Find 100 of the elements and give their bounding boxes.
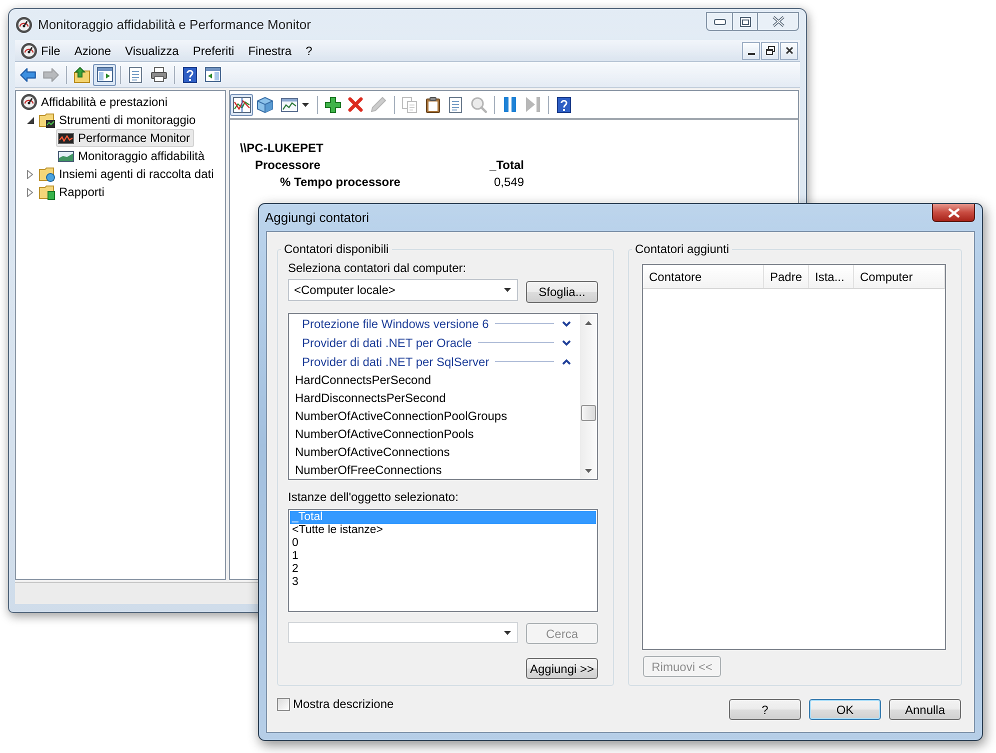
object-name: Processore bbox=[255, 156, 320, 174]
column-header[interactable]: Padre bbox=[764, 265, 809, 288]
checkbox[interactable] bbox=[277, 698, 290, 710]
window-left-pane-icon bbox=[96, 67, 112, 82]
arrow-right-icon bbox=[42, 68, 58, 82]
counter-item[interactable]: HardDisconnectsPerSecond bbox=[289, 389, 580, 407]
printer-icon bbox=[150, 67, 166, 82]
clipboard-icon bbox=[426, 96, 440, 112]
field-label: Istanze dell'oggetto selezionato: bbox=[288, 490, 458, 504]
menu-item[interactable]: ? bbox=[298, 40, 320, 60]
instance-name: _Total bbox=[490, 156, 524, 174]
graph-view-button[interactable] bbox=[230, 94, 253, 116]
counter-category[interactable]: Provider di dati .NET per SqlServer bbox=[289, 352, 580, 371]
caret-icon bbox=[504, 630, 511, 634]
restore-button[interactable] bbox=[761, 42, 779, 60]
document-icon bbox=[449, 96, 462, 112]
tree-item[interactable]: Rapporti bbox=[37, 183, 108, 201]
minimize-button[interactable] bbox=[742, 42, 760, 60]
tree-item[interactable]: Performance Monitor bbox=[56, 129, 194, 147]
close-button[interactable] bbox=[780, 42, 798, 60]
tree-item[interactable]: Monitoraggio affidabilità bbox=[56, 147, 209, 165]
instance-item[interactable]: 0 bbox=[290, 537, 596, 550]
help-icon bbox=[556, 96, 570, 112]
gauge-icon bbox=[21, 94, 37, 110]
folder-up-arrow-icon bbox=[74, 66, 90, 82]
checkbox-label[interactable]: Mostra descrizione bbox=[293, 695, 394, 713]
restore-icon bbox=[766, 46, 774, 55]
plus-icon bbox=[324, 96, 340, 112]
close-icon bbox=[786, 47, 792, 54]
menu-item[interactable]: Visualizza bbox=[118, 40, 186, 60]
dialog-title: Aggiungi contatori bbox=[265, 210, 370, 225]
minimize-icon bbox=[714, 18, 726, 24]
field-label: Seleziona contatori dal computer: bbox=[288, 261, 466, 275]
search-field[interactable] bbox=[288, 622, 518, 643]
chart-icon bbox=[58, 150, 74, 162]
menu-item[interactable]: File bbox=[34, 40, 68, 60]
instance-item[interactable]: 1 bbox=[290, 550, 596, 563]
counter-item[interactable]: NumberOfActiveConnections bbox=[289, 443, 580, 461]
folder-icon bbox=[39, 184, 55, 200]
dialog-button[interactable]: OK bbox=[809, 699, 881, 720]
gauge-icon bbox=[16, 17, 32, 33]
counter-value: 0,549 bbox=[494, 174, 524, 190]
gauge-icon bbox=[21, 42, 37, 58]
chevron-down-icon[interactable] bbox=[562, 340, 571, 346]
menu-item[interactable]: Finestra bbox=[241, 40, 299, 60]
column-header[interactable]: Computer bbox=[854, 265, 945, 288]
chevron-up-icon[interactable] bbox=[562, 358, 571, 364]
folder-chart-icon bbox=[39, 112, 55, 128]
window-right-pane-icon bbox=[204, 67, 220, 82]
tree-item[interactable]: Affidabilità e prestazioni bbox=[19, 93, 172, 111]
add-button[interactable]: Aggiungi >> bbox=[526, 658, 598, 679]
folder-icon bbox=[39, 166, 55, 182]
counter-item[interactable]: HardConnectsPerSecond bbox=[289, 371, 580, 389]
column-header[interactable]: Contatore bbox=[643, 265, 764, 288]
counter-category[interactable]: Provider di dati .NET per Oracle bbox=[289, 333, 580, 352]
step-forward-icon bbox=[526, 97, 540, 112]
cross-icon bbox=[348, 97, 363, 112]
instance-item[interactable]: <Tutte le istanze> bbox=[290, 524, 596, 537]
arrow-up-icon bbox=[585, 320, 592, 324]
cube-icon bbox=[256, 96, 272, 112]
arrow-down-icon bbox=[585, 468, 592, 472]
group-title: Contatori disponibili bbox=[283, 242, 390, 256]
pencil-icon bbox=[371, 97, 386, 112]
tree-item[interactable]: Strumenti di monitoraggio bbox=[37, 111, 200, 129]
column-header[interactable]: Ista... bbox=[809, 265, 854, 288]
menu-item[interactable]: Azione bbox=[67, 40, 118, 60]
menu-item[interactable]: Preferiti bbox=[186, 40, 242, 60]
counter-item[interactable]: NumberOfFreeConnections bbox=[289, 461, 580, 479]
console-tree-button[interactable] bbox=[93, 64, 116, 86]
dialog-button[interactable]: ? bbox=[729, 699, 801, 720]
close-icon bbox=[948, 208, 960, 218]
computer-name: \\PC-LUKEPET bbox=[240, 140, 324, 156]
document-icon bbox=[129, 66, 142, 82]
maximize-icon bbox=[740, 16, 750, 26]
tree-item[interactable]: Insiemi agenti di raccolta dati bbox=[37, 165, 218, 183]
instance-item[interactable]: 2 bbox=[290, 563, 596, 576]
dialog-button[interactable]: Annulla bbox=[889, 699, 961, 720]
copy-icon bbox=[402, 96, 417, 112]
scroll-thumb[interactable] bbox=[581, 405, 596, 421]
counter-item[interactable]: NumberOfActiveConnectionPools bbox=[289, 425, 580, 443]
browse-button[interactable]: Sfoglia... bbox=[526, 281, 598, 303]
counter-item[interactable]: NumberOfActiveConnectionPoolGroups bbox=[289, 407, 580, 425]
instance-item[interactable]: 3 bbox=[290, 576, 596, 589]
help-icon bbox=[182, 66, 196, 82]
magnifier-icon bbox=[470, 96, 486, 112]
expander-triangle-icon[interactable] bbox=[26, 116, 34, 124]
line-chart-icon bbox=[232, 96, 250, 112]
close-icon bbox=[772, 16, 784, 27]
counter-name: % Tempo processore bbox=[280, 174, 400, 190]
caret-icon bbox=[504, 288, 511, 292]
chart-icon bbox=[280, 98, 298, 112]
close-button[interactable] bbox=[932, 204, 975, 222]
chevron-down-icon[interactable] bbox=[562, 320, 571, 326]
window-title: Monitoraggio affidabilità e Performance Monitor bbox=[38, 17, 311, 33]
minimize-icon bbox=[748, 52, 754, 54]
pause-icon bbox=[504, 97, 516, 112]
computer-select[interactable]: <Computer locale> bbox=[288, 279, 518, 301]
caret-icon bbox=[302, 102, 308, 106]
counter-category[interactable]: Protezione file Windows versione 6 bbox=[289, 314, 580, 333]
arrow-left-icon bbox=[20, 68, 36, 82]
